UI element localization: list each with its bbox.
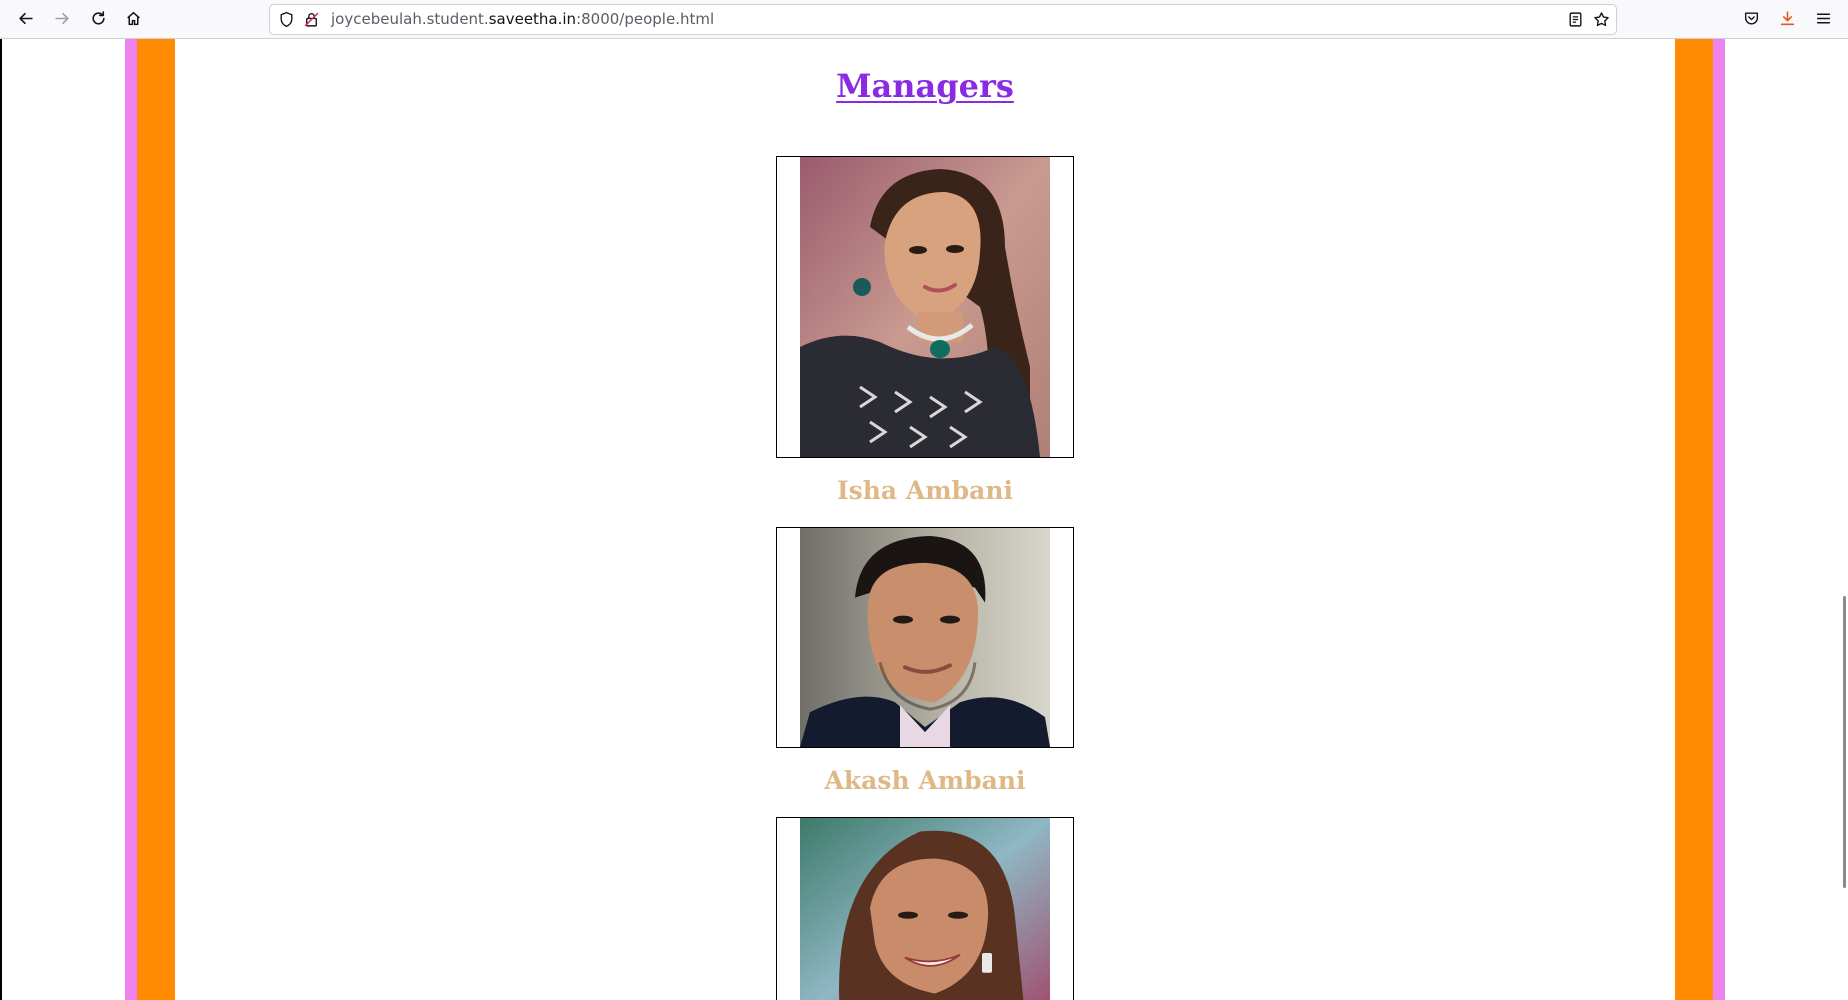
left-violet-border [125,39,137,1000]
section-heading: Managers [175,67,1675,105]
person-photo [800,157,1050,457]
menu-icon [1815,10,1832,31]
person-name: Akash Ambani [824,766,1026,795]
downloads-button[interactable] [1773,6,1801,34]
reload-icon [90,10,107,31]
download-icon [1779,10,1796,31]
browser-toolbar: joycebeulah.student.saveetha.in:8000/peo… [0,0,1848,39]
scrollbar-thumb[interactable] [1843,596,1846,888]
home-icon [125,10,142,31]
url-domain: saveetha.in [488,10,577,28]
reload-button[interactable] [84,6,112,34]
window-edge [0,39,2,1000]
url-suffix: :8000/people.html [576,10,715,28]
lock-icon[interactable] [303,11,320,28]
person-photo-frame [776,156,1074,458]
main-content: Managers Isha Ambani Akash Ambani [175,39,1675,1000]
person-photo [800,818,1050,1000]
url-text[interactable]: joycebeulah.student.saveetha.in:8000/peo… [331,5,714,34]
person-photo-frame [776,817,1074,1000]
pocket-button[interactable] [1737,6,1765,34]
right-orange-border [1675,39,1713,1000]
person-photo-frame [776,527,1074,748]
url-prefix: joycebeulah.student. [331,10,489,28]
right-violet-border [1713,39,1725,1000]
url-bar[interactable]: joycebeulah.student.saveetha.in:8000/peo… [269,4,1617,35]
shield-icon[interactable] [278,11,295,28]
back-icon [17,10,34,31]
managers-link[interactable]: Managers [836,67,1014,105]
page-scrollbar[interactable] [1842,39,1848,1000]
forward-button[interactable] [48,6,76,34]
bookmark-star-icon[interactable] [1593,11,1610,28]
person-photo [800,528,1050,747]
page-viewport: Managers Isha Ambani Akash Ambani [0,39,1848,1000]
forward-icon [54,10,71,31]
app-menu-button[interactable] [1809,6,1837,34]
back-button[interactable] [11,6,39,34]
left-orange-border [137,39,175,1000]
reader-view-icon[interactable] [1567,11,1584,28]
home-button[interactable] [119,6,147,34]
pocket-icon [1743,10,1760,31]
person-name: Isha Ambani [836,476,1014,505]
